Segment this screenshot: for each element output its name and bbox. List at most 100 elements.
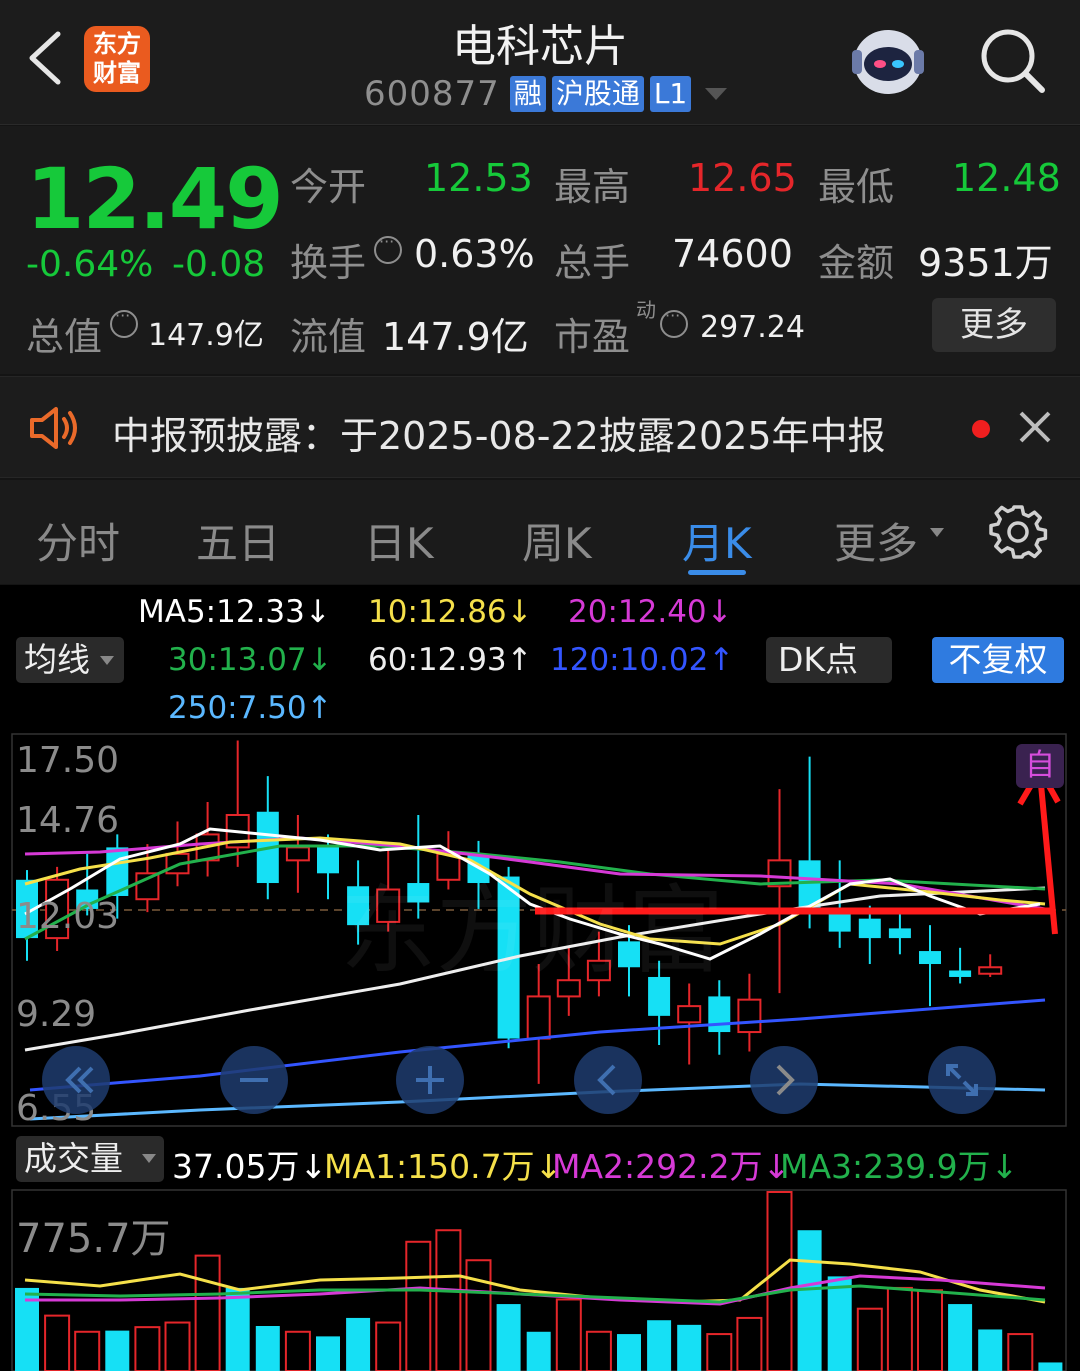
volume-bar <box>766 1191 793 1371</box>
ma60-readout: 60:12.93↑ <box>368 642 533 678</box>
high-label: 最高 <box>554 165 631 209</box>
candle-body <box>919 951 941 965</box>
y-label-1: 17.50 <box>16 740 120 781</box>
vol-ma1-readout: MA1:150.7万↓ <box>324 1147 563 1186</box>
volume-bar <box>617 1334 641 1371</box>
tab-daily-k[interactable]: 日K <box>364 510 434 571</box>
dk-point-button[interactable]: DK点 <box>766 637 892 683</box>
level-tag[interactable]: L1 <box>649 76 692 112</box>
float-label: 流值 <box>290 315 367 359</box>
volume-bar <box>797 1230 822 1371</box>
candle-body <box>526 995 551 1040</box>
speaker-icon <box>30 407 77 449</box>
volume-bar <box>917 1289 943 1371</box>
low-label: 最低 <box>818 165 895 209</box>
ma30-readout: 30:13.07↓ <box>168 642 333 678</box>
pe-info-icon[interactable] <box>660 306 688 338</box>
chevron-left-icon <box>597 1064 616 1096</box>
search-icon[interactable] <box>978 26 1046 94</box>
stock-code: 600877 <box>364 74 500 114</box>
volume-bar <box>346 1317 371 1371</box>
float-value: 147.9亿 <box>382 315 529 359</box>
kline-plot[interactable]: 东方财富 <box>0 733 1080 1127</box>
mktcap-label: 总值 <box>26 315 103 359</box>
gear-icon[interactable] <box>989 504 1048 560</box>
dk-point-label: DK点 <box>778 640 859 679</box>
notice-bar[interactable]: 中报预披露：于2025-08-22披露2025年中报 <box>0 376 1080 478</box>
amount-label: 金额 <box>818 241 895 285</box>
expand-icon <box>946 1064 978 1096</box>
dropdown-triangle-icon[interactable] <box>705 88 728 100</box>
volume-bar <box>74 1330 101 1371</box>
tab-more[interactable]: 更多 <box>834 510 918 571</box>
volume-bar <box>736 1316 763 1371</box>
volume-bar <box>316 1336 340 1371</box>
tab-monthly-k[interactable]: 月K <box>682 510 752 571</box>
amount-value: 9351万 <box>918 241 1053 285</box>
ma20-readout: 20:12.40↓ <box>568 594 733 630</box>
volume-bar <box>405 1240 432 1371</box>
volume-y-top: 775.7万 <box>16 1216 171 1262</box>
volume-bar <box>164 1321 191 1371</box>
ma-dropdown-icon <box>100 656 114 665</box>
tab-five-day[interactable]: 五日 <box>196 510 280 571</box>
zoom-out-button[interactable] <box>220 1046 288 1114</box>
watermark: 东方财富 <box>340 875 724 987</box>
volume-bar <box>827 1276 852 1371</box>
candle-body <box>317 847 339 874</box>
volume-bar <box>647 1320 672 1371</box>
volume-bar <box>948 1304 973 1371</box>
volume-bar <box>375 1321 402 1371</box>
change-percent: -0.64% <box>26 244 154 285</box>
scroll-right-button[interactable] <box>750 1046 818 1114</box>
ma120-readout: 120:10.02↑ <box>550 642 735 678</box>
more-button[interactable]: 更多 <box>932 298 1056 352</box>
turnover-info-icon[interactable] <box>374 232 402 264</box>
period-tabs: 分时 五日 日K 周K 月K 更多 <box>0 480 1080 584</box>
volume-bar <box>435 1229 462 1371</box>
margin-tag[interactable]: 融 <box>509 76 546 112</box>
notice-text[interactable]: 中报预披露：于2025-08-22披露2025年中报 <box>112 405 886 460</box>
volume-bar <box>44 1314 71 1371</box>
indicator-selector-label: 成交量 <box>24 1139 123 1178</box>
connect-tag[interactable]: 沪股通 <box>551 76 644 112</box>
ma10-readout: 10:12.86↓ <box>368 594 533 630</box>
vol-ma3-readout: MA3:239.9万↓ <box>780 1147 1019 1186</box>
low-value: 12.48 <box>952 156 1061 200</box>
volume-bar <box>555 1298 582 1371</box>
volume-bar <box>284 1330 311 1371</box>
pe-dynamic-mark: 动 <box>636 298 656 322</box>
volume-bar <box>194 1254 221 1371</box>
mktcap-value: 147.9亿 <box>148 318 264 353</box>
candle-body <box>285 846 310 862</box>
adjustment-button[interactable]: 不复权 <box>932 637 1064 683</box>
close-icon[interactable] <box>1018 410 1052 444</box>
volume-bar <box>225 1287 250 1371</box>
robot-assistant-icon[interactable] <box>846 22 930 102</box>
plus-icon <box>416 1066 444 1094</box>
self-select-tag[interactable]: 自 <box>1016 744 1064 788</box>
chevron-right-icon <box>776 1064 795 1096</box>
tab-intraday[interactable]: 分时 <box>36 510 120 571</box>
volume-bar <box>526 1331 551 1371</box>
volume-bar <box>677 1324 702 1371</box>
top-bar: 东方 财富 电科芯片 600877 融 沪股通 L1 <box>0 0 1080 125</box>
minus-icon <box>240 1078 268 1082</box>
tab-weekly-k[interactable]: 周K <box>522 510 592 571</box>
tab-more-triangle-icon <box>930 528 944 537</box>
y-label-2: 14.76 <box>16 800 120 841</box>
ma5-readout: MA5:12.33↓ <box>138 594 331 630</box>
quote-panel: 12.49 -0.64% -0.08 今开 12.53 最高 12.65 最低 … <box>0 126 1080 374</box>
high-value: 12.65 <box>688 156 797 200</box>
candle-body <box>828 912 851 932</box>
y-label-4: 9.29 <box>16 994 97 1035</box>
scroll-left-button[interactable] <box>574 1046 642 1114</box>
candle-body <box>737 998 762 1034</box>
stock-code-row: 600877 融 沪股通 L1 <box>364 74 728 114</box>
zoom-in-button[interactable] <box>396 1046 464 1114</box>
scroll-start-button[interactable] <box>42 1046 110 1114</box>
mktcap-info-icon[interactable] <box>110 306 138 338</box>
volume-bar <box>496 1304 521 1371</box>
fullscreen-button[interactable] <box>928 1046 996 1114</box>
change-amount: -0.08 <box>172 244 266 285</box>
